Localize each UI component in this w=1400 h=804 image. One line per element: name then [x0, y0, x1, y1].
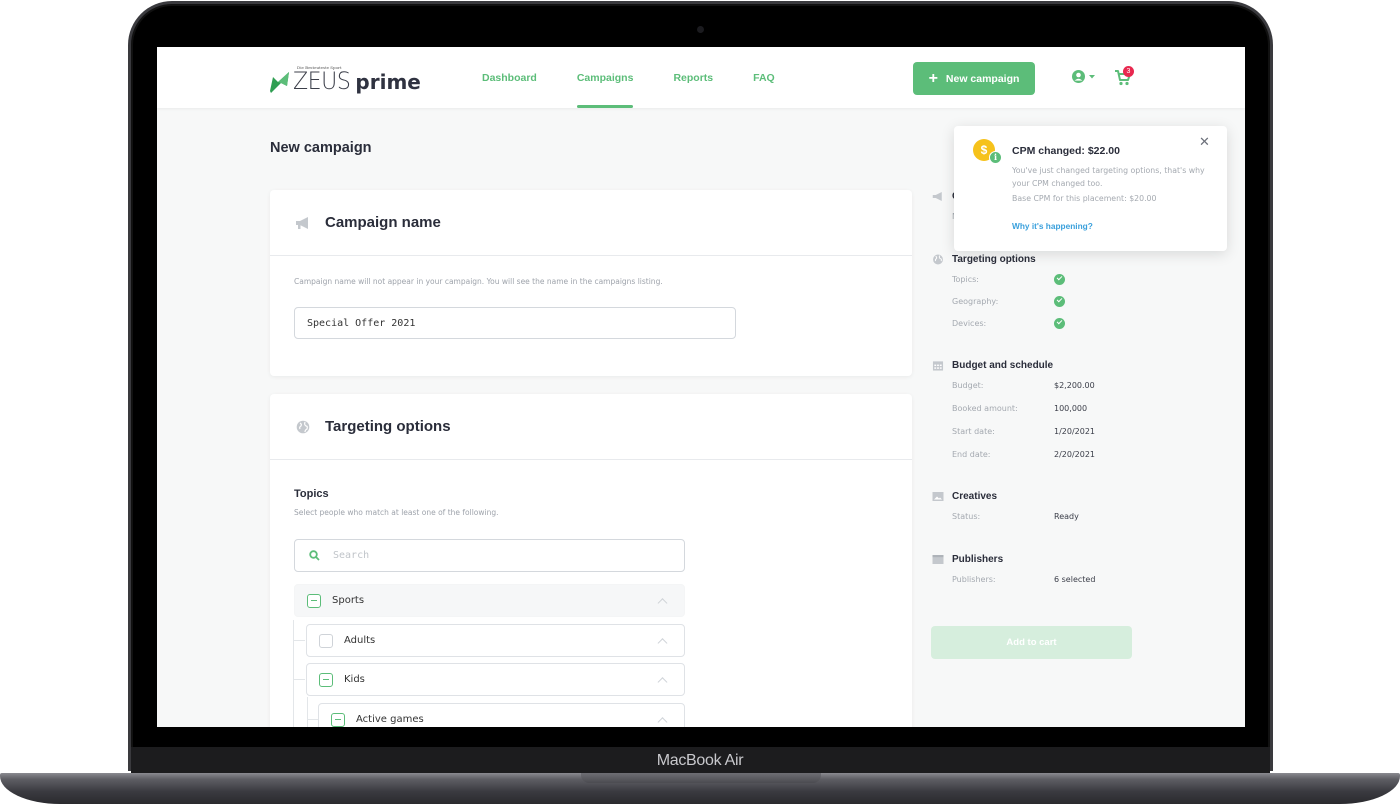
campaign-name-value: Special Offer 2021 — [307, 317, 416, 329]
user-menu[interactable] — [1072, 70, 1095, 83]
caret-down-icon — [1089, 74, 1095, 78]
new-campaign-label: New campaign — [945, 72, 1020, 85]
card-header: Targeting options — [270, 394, 912, 460]
notification-base-cpm: Base CPM for this placement: $20.00 — [1012, 194, 1157, 203]
targeting-options-card: Targeting options Topics Select people w… — [270, 394, 912, 727]
summary-value: Ready — [1054, 512, 1079, 521]
chevron-up-icon[interactable] — [657, 637, 668, 648]
tree-item-kids[interactable]: Kids — [306, 663, 685, 696]
summary-key: Topics: — [952, 275, 979, 284]
tree-item-label: Active games — [356, 714, 424, 725]
notification-title: CPM changed: $22.00 — [1012, 145, 1120, 157]
summary-key: Publishers: — [952, 575, 996, 584]
topics-help: Select people who match at least one of … — [294, 508, 499, 517]
summary-targeting: Targeting options Topics: Geography: Dev… — [932, 252, 1152, 329]
new-campaign-button[interactable]: + New campaign — [913, 62, 1035, 95]
top-navbar: Die Besteuteste Sport ZEUS prime Dashboa… — [157, 47, 1245, 108]
summary-value: 6 selected — [1054, 575, 1096, 584]
globe-icon — [933, 254, 943, 264]
megaphone-icon — [296, 216, 308, 229]
summary-publishers: Publishers Publishers: 6 selected — [932, 552, 1152, 584]
summary-key: Booked amount: — [952, 404, 1018, 413]
summary-key: Status: — [952, 512, 981, 521]
why-happening-link[interactable]: Why it's happening? — [1012, 221, 1093, 231]
megaphone-icon — [932, 191, 942, 201]
summary-key: Devices: — [952, 319, 987, 328]
checkbox-partial[interactable] — [307, 593, 321, 608]
notification-body: You've just changed targeting options, t… — [1012, 166, 1205, 188]
camera — [697, 26, 704, 33]
search-placeholder: Search — [333, 550, 370, 561]
image-icon — [932, 491, 944, 501]
campaign-name-input[interactable]: Special Offer 2021 — [294, 307, 736, 339]
search-icon — [309, 550, 320, 561]
logo-mark-icon — [270, 72, 289, 93]
check-circle-icon — [1054, 274, 1065, 285]
summary-value: 2/20/2021 — [1054, 450, 1096, 459]
summary-creatives: Creatives Status: Ready — [932, 489, 1152, 521]
add-to-cart-button[interactable]: Add to cart — [931, 626, 1132, 659]
info-icon: i — [989, 151, 1002, 164]
calendar-icon — [932, 360, 944, 371]
check-circle-icon — [1054, 318, 1065, 329]
chevron-up-icon[interactable] — [657, 716, 668, 727]
tree-item-label: Kids — [344, 674, 365, 685]
page-title: New campaign — [270, 140, 372, 156]
summary-section-title: Publishers — [952, 553, 1004, 565]
user-avatar-icon — [1072, 70, 1085, 83]
summary-value: 1/20/2021 — [1054, 427, 1096, 436]
summary-key: Geography: — [952, 297, 999, 306]
tree-item-adults[interactable]: Adults — [306, 624, 685, 657]
summary-key: Budget: — [952, 381, 984, 390]
tree-guide-line — [293, 620, 294, 727]
topics-title: Topics — [294, 488, 329, 500]
tree-item-sports[interactable]: Sports — [294, 584, 685, 617]
tree-item-label: Adults — [344, 635, 376, 646]
card-header: Campaign name — [270, 190, 912, 256]
tree-item-label: Sports — [332, 595, 365, 606]
card-title: Targeting options — [325, 418, 451, 435]
campaign-name-help: Campaign name will not appear in your ca… — [294, 277, 663, 286]
plus-icon: + — [928, 69, 938, 87]
card-title: Campaign name — [325, 214, 441, 231]
checkbox-partial[interactable] — [319, 672, 333, 687]
cpm-changed-notification: $ i CPM changed: $22.00 You've just chan… — [954, 126, 1227, 251]
topics-search-input[interactable]: Search — [294, 539, 685, 572]
chevron-up-icon[interactable] — [657, 676, 668, 687]
logo[interactable]: Die Besteuteste Sport ZEUS prime — [270, 63, 421, 93]
checkbox-partial[interactable] — [331, 712, 345, 727]
summary-key: End date: — [952, 450, 991, 459]
tree-item-active-games[interactable]: Active games — [318, 703, 685, 727]
summary-section-title: Budget and schedule — [952, 359, 1054, 371]
summary-key: Start date: — [952, 427, 995, 436]
check-circle-icon — [1054, 296, 1065, 307]
summary-value: 100,000 — [1054, 404, 1088, 413]
window-icon — [932, 554, 944, 564]
main-nav: Dashboard Campaigns Reports FAQ — [482, 47, 815, 108]
tree-guide-line — [293, 640, 305, 641]
laptop-frame: MacBook Air Die Besteuteste Sport ZEUS p… — [0, 0, 1400, 804]
device-label: MacBook Air — [656, 752, 744, 769]
campaign-name-card: Campaign name Campaign name will not app… — [270, 190, 912, 376]
tree-guide-line — [293, 679, 305, 680]
logo-brand: ZEUS — [293, 67, 351, 95]
laptop-notch — [581, 773, 821, 783]
globe-icon — [296, 420, 310, 433]
summary-value: $2,200.00 — [1054, 381, 1095, 390]
logo-suffix: prime — [355, 70, 421, 94]
nav-dashboard[interactable]: Dashboard — [482, 47, 537, 108]
nav-campaigns[interactable]: Campaigns — [576, 47, 633, 108]
summary-budget: Budget and schedule Budget: $2,200.00 Boo… — [932, 358, 1152, 459]
checkbox[interactable] — [319, 633, 333, 648]
app-screen: Die Besteuteste Sport ZEUS prime Dashboa… — [157, 47, 1245, 727]
nav-faq[interactable]: FAQ — [753, 47, 775, 108]
nav-reports[interactable]: Reports — [673, 47, 713, 108]
close-icon[interactable]: ✕ — [1199, 135, 1210, 150]
summary-section-title: Creatives — [952, 490, 998, 502]
summary-section-title: Targeting options — [952, 253, 1036, 265]
tree-guide-line — [307, 697, 308, 727]
chevron-up-icon[interactable] — [657, 597, 668, 608]
cart-count-badge: 3 — [1123, 66, 1134, 77]
